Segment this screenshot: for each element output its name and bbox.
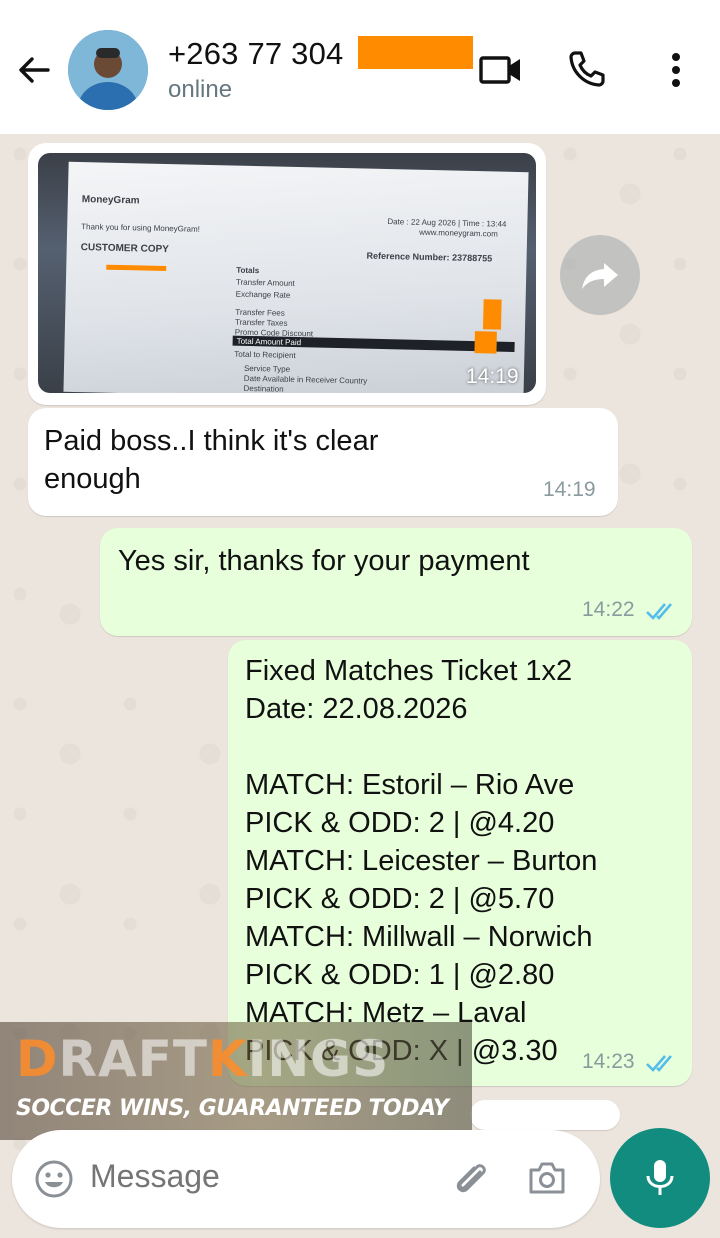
incoming-message-bubble-partial — [470, 1100, 620, 1130]
more-options-button[interactable] — [664, 50, 688, 95]
receipt-redaction — [474, 331, 497, 354]
voice-call-button[interactable] — [566, 48, 608, 95]
contact-avatar[interactable] — [68, 30, 148, 110]
receipt-row: Exchange Rate — [235, 289, 291, 300]
receipt-site: www.moneygram.com — [419, 227, 498, 239]
contact-status: online — [168, 76, 233, 103]
arrow-left-icon — [19, 57, 50, 83]
receipt-row: Transfer Taxes — [234, 317, 288, 328]
ad-logo-text: INGS — [247, 1030, 390, 1088]
video-camera-icon — [479, 56, 520, 84]
receipt-service: Destination — [243, 383, 284, 393]
emoji-button[interactable] — [34, 1159, 74, 1204]
smiley-face-icon — [35, 1160, 73, 1198]
message-time: 14:19 — [466, 365, 519, 388]
receipt-brand: MoneyGram — [81, 194, 140, 207]
outgoing-message-bubble: Fixed Matches Ticket 1x2 Date: 22.08.202… — [228, 640, 692, 1086]
read-ticks-icon — [646, 603, 672, 620]
receipt-reference: Reference Number: 23788755 — [366, 250, 493, 264]
contact-name[interactable]: +263 77 304 — [168, 36, 343, 72]
camera-button[interactable] — [526, 1158, 568, 1203]
receipt-row: Transfer Amount — [235, 277, 295, 288]
message-time: 14:22 — [582, 598, 635, 621]
receipt-photo[interactable]: MoneyGram Thank you for using MoneyGram!… — [38, 153, 536, 393]
ad-logo-letter: K — [207, 1030, 248, 1088]
receipt-service: Service Type — [243, 363, 291, 374]
paperclip-icon — [456, 1164, 486, 1193]
message-composer — [12, 1130, 600, 1228]
message-time: 14:19 — [543, 478, 596, 501]
receipt-totals: Totals — [236, 265, 260, 276]
message-time: 14:23 — [582, 1050, 635, 1073]
message-input[interactable] — [90, 1158, 430, 1195]
receipt-thanks: Thank you for using MoneyGram! — [81, 222, 200, 234]
avatar-photo — [68, 30, 148, 110]
voice-record-button[interactable] — [610, 1128, 710, 1228]
receipt-date: Date : 22 Aug 2026 | Time : 13:44 — [387, 217, 507, 229]
receipt-row: Total to Recipient — [234, 349, 296, 361]
ad-tagline: SOCCER WINS, GUARANTEED TODAY — [16, 1096, 449, 1121]
ad-logo: DRAFTKINGS — [16, 1030, 389, 1088]
ad-logo-text: RAFT — [58, 1030, 208, 1088]
attach-button[interactable] — [450, 1158, 492, 1205]
redaction-bar — [358, 36, 473, 69]
back-button[interactable] — [14, 50, 54, 90]
outgoing-message-bubble: Yes sir, thanks for your payment 14:22 — [100, 528, 692, 636]
vertical-dots-icon — [672, 53, 680, 87]
receipt-paper: MoneyGram Thank you for using MoneyGram!… — [63, 161, 529, 393]
message-text: Fixed Matches Ticket 1x2 Date: 22.08.202… — [245, 655, 598, 1067]
read-ticks-icon — [646, 1055, 672, 1072]
message-text: Paid boss..I think it's clear enough — [44, 425, 379, 495]
draftkings-ad-overlay[interactable]: DRAFTKINGS SOCCER WINS, GUARANTEED TODAY — [0, 1022, 472, 1140]
receipt-heading: CUSTOMER COPY — [80, 242, 169, 256]
incoming-message-bubble: Paid boss..I think it's clear enough 14:… — [28, 408, 618, 516]
share-forward-icon — [582, 263, 618, 289]
microphone-icon — [646, 1160, 674, 1195]
chat-header: +263 77 304 online — [0, 0, 720, 134]
camera-icon — [529, 1162, 565, 1194]
message-text: Yes sir, thanks for your payment — [118, 545, 530, 577]
ad-logo-letter: D — [16, 1030, 59, 1088]
phone-icon — [569, 51, 605, 87]
receipt-redaction — [482, 299, 502, 330]
receipt-redaction — [106, 264, 167, 272]
forward-button[interactable] — [560, 235, 640, 315]
receipt-row: Transfer Fees — [235, 307, 285, 318]
video-call-button[interactable] — [478, 50, 524, 95]
receipt-row: Total Amount Paid — [236, 336, 302, 348]
